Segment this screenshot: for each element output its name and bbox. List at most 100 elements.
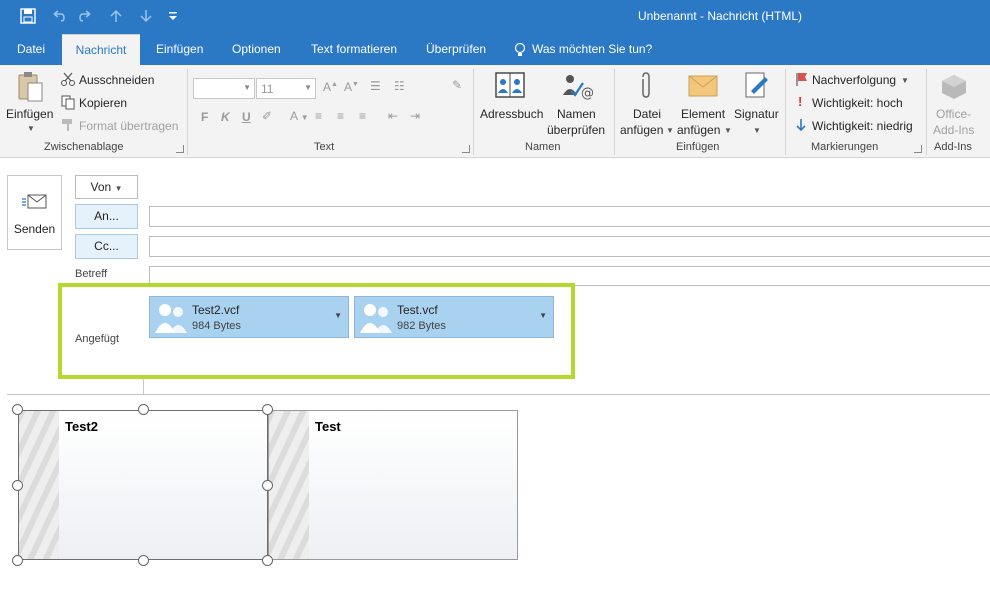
subject-label: Betreff: [75, 268, 108, 280]
redo-icon[interactable]: [78, 8, 94, 24]
group-label-tags: Markierungen: [811, 141, 879, 153]
resize-handle[interactable]: [12, 555, 23, 566]
highlight-icon[interactable]: ✐: [262, 109, 272, 123]
scissors-icon: [60, 71, 76, 87]
importance-high-button[interactable]: Wichtigkeit: hoch: [812, 96, 903, 110]
tab-datei[interactable]: Datei: [17, 34, 45, 65]
decrease-indent-icon[interactable]: ⇤: [388, 109, 398, 123]
clipboard-dialog-launcher[interactable]: [176, 145, 184, 153]
importance-low-button[interactable]: Wichtigkeit: niedrig: [812, 119, 913, 133]
font-size-combo[interactable]: 11 ▼: [256, 78, 316, 99]
resize-handle[interactable]: [12, 480, 23, 491]
format-painter-icon: [60, 117, 76, 133]
window-title: Unbenannt - Nachricht (HTML): [637, 9, 803, 23]
paperclip-icon: [638, 71, 654, 101]
arrow-down-icon[interactable]: [138, 8, 154, 24]
cut-button[interactable]: Ausschneiden: [79, 73, 154, 87]
resize-handle[interactable]: [262, 555, 273, 566]
align-center-icon[interactable]: ≡: [337, 109, 344, 123]
card-decoration: [19, 411, 59, 559]
from-button[interactable]: Von ▼: [75, 175, 138, 199]
tab-einfuegen[interactable]: Einfügen: [156, 34, 203, 65]
chevron-down-icon[interactable]: ▼: [539, 311, 547, 320]
group-label-names: Namen: [525, 141, 561, 153]
title-bar: Unbenannt - Nachricht (HTML): [0, 0, 990, 34]
paste-button[interactable]: Einfügen ▼: [4, 69, 56, 137]
address-book-button[interactable]: Adressbuch: [480, 107, 543, 121]
chevron-down-icon: ▼: [27, 124, 35, 133]
align-left-icon[interactable]: ≡: [315, 109, 322, 123]
copy-icon: [60, 94, 76, 110]
attach-item-line1[interactable]: Element: [681, 107, 725, 121]
grow-font-icon[interactable]: A▲: [323, 80, 338, 94]
increase-indent-icon[interactable]: ⇥: [410, 109, 420, 123]
send-button[interactable]: Senden: [7, 175, 62, 250]
tell-me-search[interactable]: Was möchten Sie tun?: [532, 34, 652, 65]
resize-handle[interactable]: [12, 404, 23, 415]
to-field[interactable]: [149, 206, 990, 227]
office-addins-line2[interactable]: Add-Ins: [933, 123, 974, 137]
business-card[interactable]: Test: [268, 410, 518, 560]
save-icon[interactable]: [20, 8, 36, 24]
bullets-icon[interactable]: ☰: [370, 79, 381, 93]
office-addins-line1[interactable]: Office-: [936, 107, 971, 121]
numbering-icon[interactable]: ☷: [394, 79, 405, 93]
signature-button[interactable]: Signatur: [734, 107, 779, 121]
group-label-clipboard: Zwischenablage: [44, 141, 124, 153]
attached-label: Angefügt: [75, 333, 120, 345]
copy-button[interactable]: Kopieren: [79, 96, 127, 110]
chevron-down-icon: ▼: [753, 126, 761, 135]
attachment-item[interactable]: Test2.vcf 984 Bytes ▼: [149, 296, 349, 338]
tags-dialog-launcher[interactable]: [914, 145, 922, 153]
shrink-font-icon[interactable]: A▼: [344, 80, 359, 94]
group-label-addins: Add-Ins: [934, 141, 972, 153]
attach-item-line2[interactable]: anfügen: [677, 123, 720, 137]
check-names-icon: @: [561, 71, 595, 101]
ribbon-tabs: Datei Nachricht Einfügen Optionen Text f…: [0, 34, 990, 65]
to-button[interactable]: An...: [75, 204, 138, 229]
customize-qat-icon[interactable]: [168, 9, 178, 23]
send-label: Senden: [13, 222, 56, 236]
resize-handle[interactable]: [138, 404, 149, 415]
text-dialog-launcher[interactable]: [462, 145, 470, 153]
check-names-line1[interactable]: Namen: [557, 107, 596, 121]
italic-button[interactable]: K: [221, 110, 230, 124]
check-names-line2[interactable]: überprüfen: [547, 123, 605, 137]
bold-button[interactable]: F: [201, 110, 208, 124]
resize-handle[interactable]: [138, 555, 149, 566]
svg-text:@: @: [581, 86, 594, 101]
tab-optionen[interactable]: Optionen: [232, 34, 281, 65]
chevron-down-icon: ▼: [901, 76, 909, 85]
attach-file-line1[interactable]: Datei: [633, 107, 661, 121]
format-painter-button[interactable]: Format übertragen: [79, 119, 178, 133]
chevron-down-icon[interactable]: ▼: [334, 311, 342, 320]
cc-button[interactable]: Cc...: [75, 234, 138, 259]
resize-handle[interactable]: [262, 480, 273, 491]
resize-handle[interactable]: [262, 404, 273, 415]
tab-ueberpruefen[interactable]: Überprüfen: [426, 34, 486, 65]
chevron-down-icon: ▼: [304, 83, 312, 92]
business-card[interactable]: Test2: [18, 410, 268, 560]
font-color-icon[interactable]: A ▼: [290, 109, 309, 123]
cc-field[interactable]: [149, 236, 990, 257]
group-separator: [785, 69, 786, 155]
follow-up-button[interactable]: Nachverfolgung: [812, 73, 896, 87]
align-right-icon[interactable]: ≡: [359, 109, 366, 123]
tab-nachricht[interactable]: Nachricht: [62, 34, 140, 65]
attachment-item[interactable]: Test.vcf 982 Bytes ▼: [354, 296, 554, 338]
arrow-up-icon[interactable]: [108, 8, 124, 24]
group-separator: [473, 69, 474, 155]
undo-icon[interactable]: [50, 8, 66, 24]
tab-text-formatieren[interactable]: Text formatieren: [311, 34, 397, 65]
group-label-text: Text: [314, 141, 335, 153]
importance-high-icon: !: [798, 94, 803, 109]
chevron-down-icon: ▼: [243, 83, 251, 92]
signature-icon: [743, 71, 771, 101]
lightbulb-icon: [514, 42, 526, 58]
font-name-combo[interactable]: ▼: [193, 78, 255, 99]
clear-format-icon[interactable]: ✎: [452, 78, 462, 92]
underline-button[interactable]: U: [242, 110, 251, 124]
attach-file-line2[interactable]: anfügen: [620, 123, 663, 137]
group-label-include: Einfügen: [676, 141, 720, 153]
body-divider-tick: [143, 379, 144, 394]
